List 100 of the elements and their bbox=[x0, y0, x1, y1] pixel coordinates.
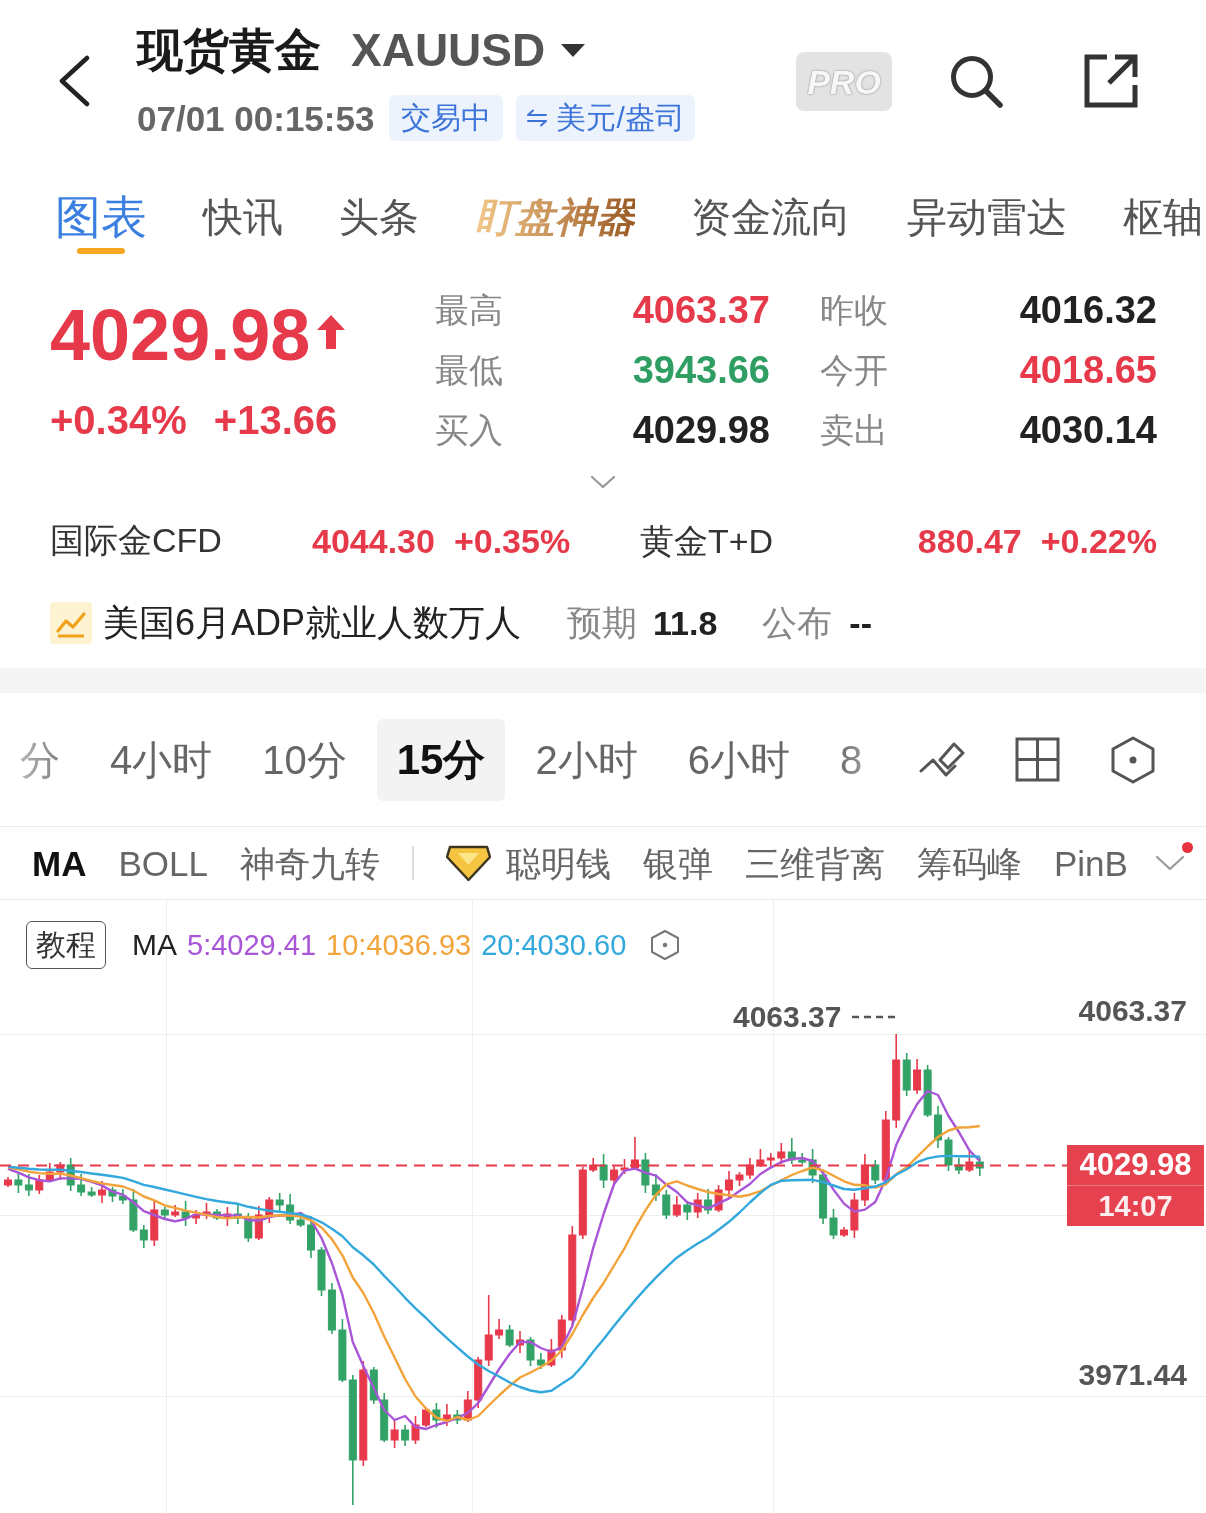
unit-switch-button[interactable]: 美元/盎司 bbox=[516, 95, 695, 141]
rising-candle bbox=[850, 1192, 859, 1239]
tab[interactable]: 头条 bbox=[339, 160, 419, 260]
falling-candle bbox=[923, 1064, 932, 1118]
tutorial-button[interactable]: 教程 bbox=[26, 921, 106, 969]
event-title: 美国6月ADP就业人数万人 bbox=[103, 604, 522, 641]
falling-candle bbox=[369, 1366, 378, 1405]
instrument-name: 国际金CFD bbox=[50, 521, 222, 559]
chevron-down-icon[interactable] bbox=[590, 475, 616, 489]
stat-label: 昨收 bbox=[820, 293, 888, 327]
indicator-tab[interactable]: 聪明钱 bbox=[445, 844, 611, 882]
back-icon[interactable] bbox=[57, 55, 91, 107]
tab[interactable]: 枢轴 bbox=[1123, 160, 1203, 260]
ma-value: 10:4036.93 bbox=[326, 930, 472, 960]
indicator-tab[interactable]: MA bbox=[32, 845, 87, 881]
last-price: 4029.98 bbox=[50, 295, 311, 375]
period-tab[interactable]: 4小时 bbox=[90, 718, 233, 801]
rising-candle bbox=[4, 1176, 12, 1188]
tab[interactable]: 异动雷达 bbox=[907, 160, 1067, 260]
symbol-selector[interactable]: XAUUSD bbox=[351, 27, 586, 73]
rising-candle bbox=[223, 1206, 232, 1227]
rising-candle bbox=[766, 1152, 775, 1169]
indicator-tab[interactable]: BOLL bbox=[118, 845, 208, 881]
stat-value: 4030.14 bbox=[1019, 411, 1157, 449]
rising-candle bbox=[265, 1196, 274, 1224]
indicator-tab[interactable]: 神奇九转 bbox=[239, 845, 380, 881]
caret-down-icon bbox=[561, 43, 586, 57]
falling-candle bbox=[975, 1156, 984, 1177]
rising-candle bbox=[620, 1158, 629, 1175]
grid-icon[interactable] bbox=[1015, 737, 1060, 782]
indicator-tab[interactable]: 银弹 bbox=[642, 845, 713, 881]
rising-candle bbox=[495, 1318, 504, 1340]
rising-candle bbox=[254, 1205, 263, 1241]
rising-candle bbox=[631, 1136, 639, 1171]
falling-candle bbox=[66, 1157, 75, 1192]
market-status-badge: 交易中 bbox=[389, 95, 504, 141]
falling-candle bbox=[233, 1202, 242, 1225]
high-price-label: 4063.37 bbox=[733, 1002, 842, 1032]
rising-candle bbox=[725, 1170, 733, 1199]
rising-candle bbox=[756, 1148, 765, 1168]
tab[interactable]: 资金流向 bbox=[691, 160, 851, 260]
instrument-price: 880.47 bbox=[917, 524, 1022, 558]
rising-candle bbox=[672, 1195, 681, 1218]
period-tab[interactable]: 15分 bbox=[376, 718, 506, 801]
share-icon[interactable] bbox=[1083, 53, 1139, 109]
falling-candle bbox=[871, 1159, 880, 1185]
falling-candle bbox=[108, 1186, 117, 1203]
rising-candle bbox=[965, 1150, 974, 1173]
rising-candle bbox=[202, 1202, 211, 1220]
countdown-label: 14:07 bbox=[1098, 1189, 1173, 1224]
falling-candle bbox=[787, 1137, 796, 1165]
rising-candle bbox=[442, 1403, 451, 1427]
period-tab[interactable]: 2小时 bbox=[515, 718, 658, 801]
forecast-value: 11.8 bbox=[653, 605, 718, 640]
indicator-tab[interactable]: 筹码峰 bbox=[916, 845, 1022, 881]
falling-candle bbox=[275, 1192, 284, 1212]
tab[interactable]: 快讯 bbox=[203, 160, 283, 260]
rising-candle bbox=[45, 1162, 54, 1183]
stat-label: 最低 bbox=[435, 353, 503, 387]
falling-candle bbox=[160, 1206, 169, 1220]
rising-candle bbox=[390, 1418, 399, 1449]
rising-candle bbox=[422, 1406, 430, 1428]
period-tab[interactable]: 8 bbox=[819, 718, 883, 801]
period-tab[interactable]: 6小时 bbox=[667, 718, 810, 801]
stat-value: 4016.32 bbox=[1019, 291, 1157, 329]
falling-candle bbox=[599, 1153, 608, 1189]
stat-value: 4029.98 bbox=[632, 411, 770, 449]
rising-candle bbox=[192, 1209, 201, 1225]
falling-candle bbox=[181, 1200, 190, 1227]
rising-candle bbox=[516, 1330, 524, 1354]
leader-line bbox=[852, 1015, 896, 1019]
hexagon-icon[interactable] bbox=[650, 929, 681, 961]
chevron-down-icon[interactable] bbox=[1155, 855, 1185, 871]
hexagon-icon[interactable] bbox=[1110, 735, 1156, 784]
rising-candle bbox=[150, 1200, 159, 1247]
rising-candle bbox=[35, 1174, 44, 1195]
period-tab[interactable]: 10分 bbox=[242, 718, 367, 801]
line-chart-icon bbox=[50, 601, 92, 644]
indicator-tab[interactable]: 三维背离 bbox=[744, 845, 885, 881]
search-icon[interactable] bbox=[949, 54, 1003, 108]
rising-candle bbox=[411, 1415, 420, 1445]
falling-candle bbox=[244, 1212, 253, 1243]
stat-value: 4018.65 bbox=[1019, 351, 1157, 389]
tab[interactable]: 图表 bbox=[55, 160, 147, 260]
falling-candle bbox=[327, 1282, 336, 1335]
stat-label: 卖出 bbox=[820, 413, 888, 447]
stat-value: 4063.37 bbox=[632, 291, 770, 329]
instrument-change: +0.22% bbox=[1040, 524, 1157, 558]
indicator-tab[interactable]: PinB bbox=[1053, 845, 1128, 881]
rising-candle bbox=[714, 1184, 723, 1213]
stat-label: 今开 bbox=[820, 353, 888, 387]
y-axis-label: 3971.44 bbox=[1078, 1360, 1187, 1390]
change-amount: +13.66 bbox=[213, 400, 338, 440]
active-tab-indicator bbox=[77, 248, 125, 254]
swap-icon bbox=[526, 109, 549, 127]
current-price-label: 4029.98 bbox=[1079, 1146, 1192, 1184]
falling-candle bbox=[662, 1189, 671, 1220]
rising-candle bbox=[171, 1204, 180, 1218]
ma-label: MA bbox=[132, 930, 177, 960]
stat-value: 3943.66 bbox=[632, 351, 770, 389]
